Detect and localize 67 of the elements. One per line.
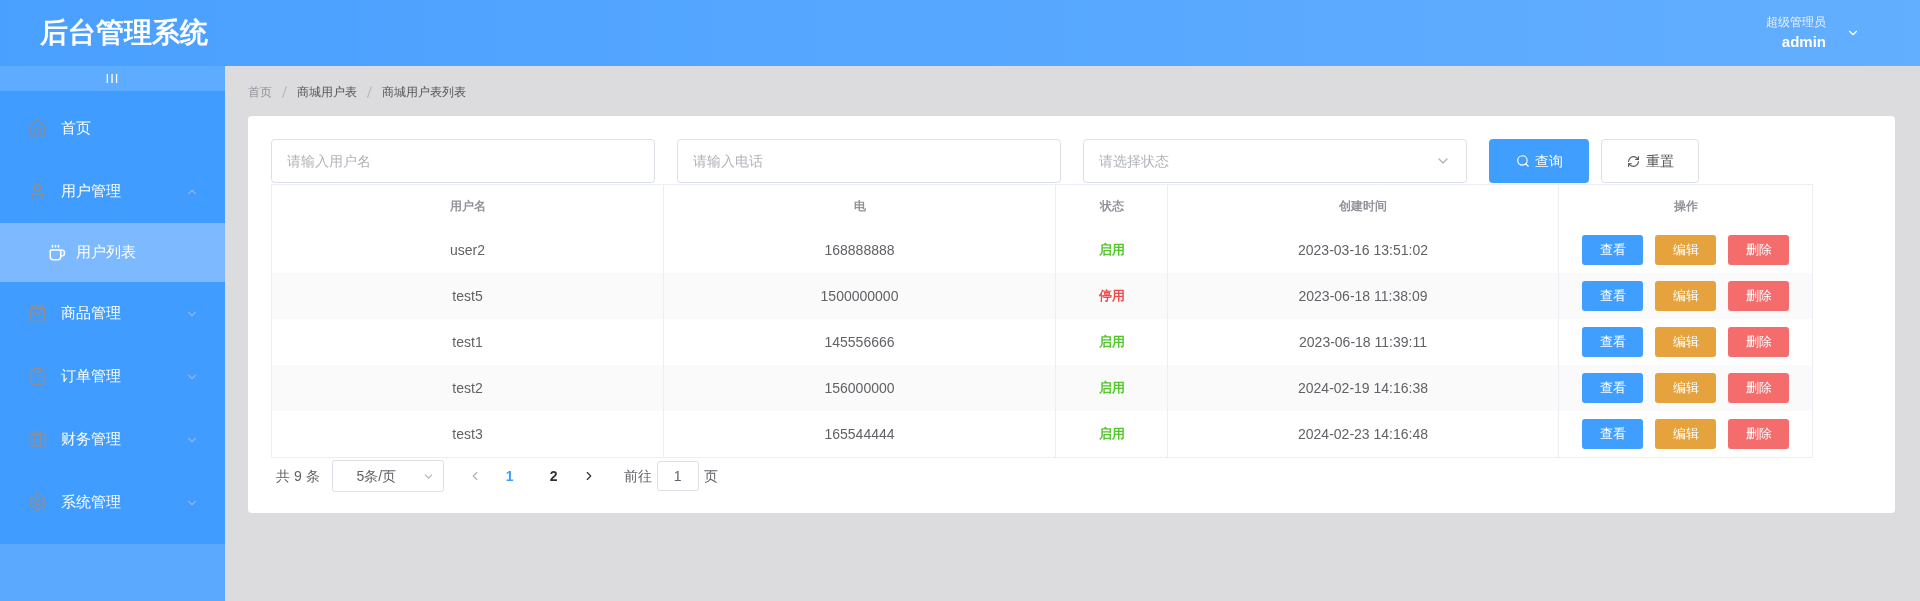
table-cell: test5 — [272, 273, 664, 319]
edit-button[interactable]: 编辑 — [1655, 419, 1716, 449]
status-text: 启用 — [1056, 411, 1168, 457]
clipboard-icon — [28, 367, 47, 386]
menu-item[interactable]: 系统管理 — [0, 471, 225, 534]
home-icon — [28, 119, 47, 138]
menu-item[interactable]: 用户管理 — [0, 160, 225, 223]
breadcrumb-item[interactable]: 首页 — [248, 83, 272, 101]
breadcrumb-item[interactable]: 商城用户表 — [297, 83, 357, 101]
cup-icon — [48, 243, 66, 262]
search-icon — [1515, 154, 1530, 168]
goto-page-field[interactable]: 1 — [656, 461, 699, 491]
view-button[interactable]: 查看 — [1582, 235, 1643, 265]
menu-item[interactable]: 财务管理 — [0, 408, 225, 471]
search-button[interactable]: 查询 — [1489, 139, 1589, 183]
edit-button[interactable]: 编辑 — [1655, 373, 1716, 403]
delete-button[interactable]: 删除 — [1728, 235, 1789, 265]
total-count: 共 9 条 — [276, 466, 320, 486]
menu-item[interactable]: 首页 — [0, 97, 225, 160]
page-size-select[interactable]: 5条/页 — [331, 460, 444, 492]
edit-button[interactable]: 编辑 — [1655, 281, 1716, 311]
briefcase-icon — [28, 430, 47, 449]
table-cell: 2023-06-18 11:38:09 — [1168, 273, 1559, 319]
status-select[interactable]: 请选择状态 — [1083, 139, 1467, 183]
user-icon — [28, 182, 47, 201]
delete-button[interactable]: 删除 — [1728, 373, 1789, 403]
column-header: 操作 — [1672, 198, 1699, 215]
goto-label: 前往 — [623, 466, 652, 486]
column-header: 状态 — [1056, 185, 1168, 227]
menu-item[interactable]: 商品管理 — [0, 282, 225, 345]
table-cell: 165544444 — [664, 411, 1056, 457]
breadcrumb-item: 商城用户表列表 — [382, 84, 466, 101]
page-number[interactable]: 2 — [537, 465, 570, 487]
edit-button[interactable]: 编辑 — [1655, 327, 1716, 357]
app-title: 后台管理系统 — [40, 16, 208, 50]
column-header: 电 — [664, 185, 1056, 227]
submenu-item[interactable]: 用户列表 — [0, 223, 225, 282]
table-cell: test2 — [272, 365, 664, 411]
reset-button[interactable]: 重置 — [1601, 139, 1699, 183]
status-text: 启用 — [1056, 365, 1168, 411]
view-button[interactable]: 查看 — [1582, 327, 1643, 357]
view-button[interactable]: 查看 — [1582, 419, 1643, 449]
view-button[interactable]: 查看 — [1582, 281, 1643, 311]
settings-icon — [28, 493, 47, 512]
refresh-icon — [1626, 154, 1640, 168]
table-cell: 2024-02-23 14:16:48 — [1168, 411, 1559, 457]
table-cell: test3 — [272, 411, 664, 457]
bag-icon — [28, 304, 47, 323]
username-field[interactable]: 请输入用户名 — [271, 139, 655, 183]
column-header: 创建时间 — [1168, 185, 1559, 227]
page-number[interactable]: 1 — [493, 465, 526, 487]
delete-button[interactable]: 删除 — [1728, 281, 1789, 311]
goto-suffix: 页 — [703, 466, 718, 486]
user-role: 超级管理员 — [1766, 13, 1826, 31]
delete-button[interactable]: 删除 — [1728, 327, 1789, 357]
delete-button[interactable]: 删除 — [1728, 419, 1789, 449]
phone-field[interactable]: 请输入电话 — [677, 139, 1061, 183]
column-header: 用户名 — [272, 185, 664, 227]
collapse-toggle[interactable]: III — [0, 66, 225, 91]
table-cell: 1500000000 — [664, 273, 1056, 319]
status-text: 停用 — [1056, 273, 1168, 319]
view-button[interactable]: 查看 — [1582, 373, 1643, 403]
table-cell: 156000000 — [664, 365, 1056, 411]
table-cell: 2024-02-19 14:16:38 — [1168, 365, 1559, 411]
user-name: admin — [1781, 31, 1826, 52]
menu-item[interactable]: 订单管理 — [0, 345, 225, 408]
edit-button[interactable]: 编辑 — [1655, 235, 1716, 265]
